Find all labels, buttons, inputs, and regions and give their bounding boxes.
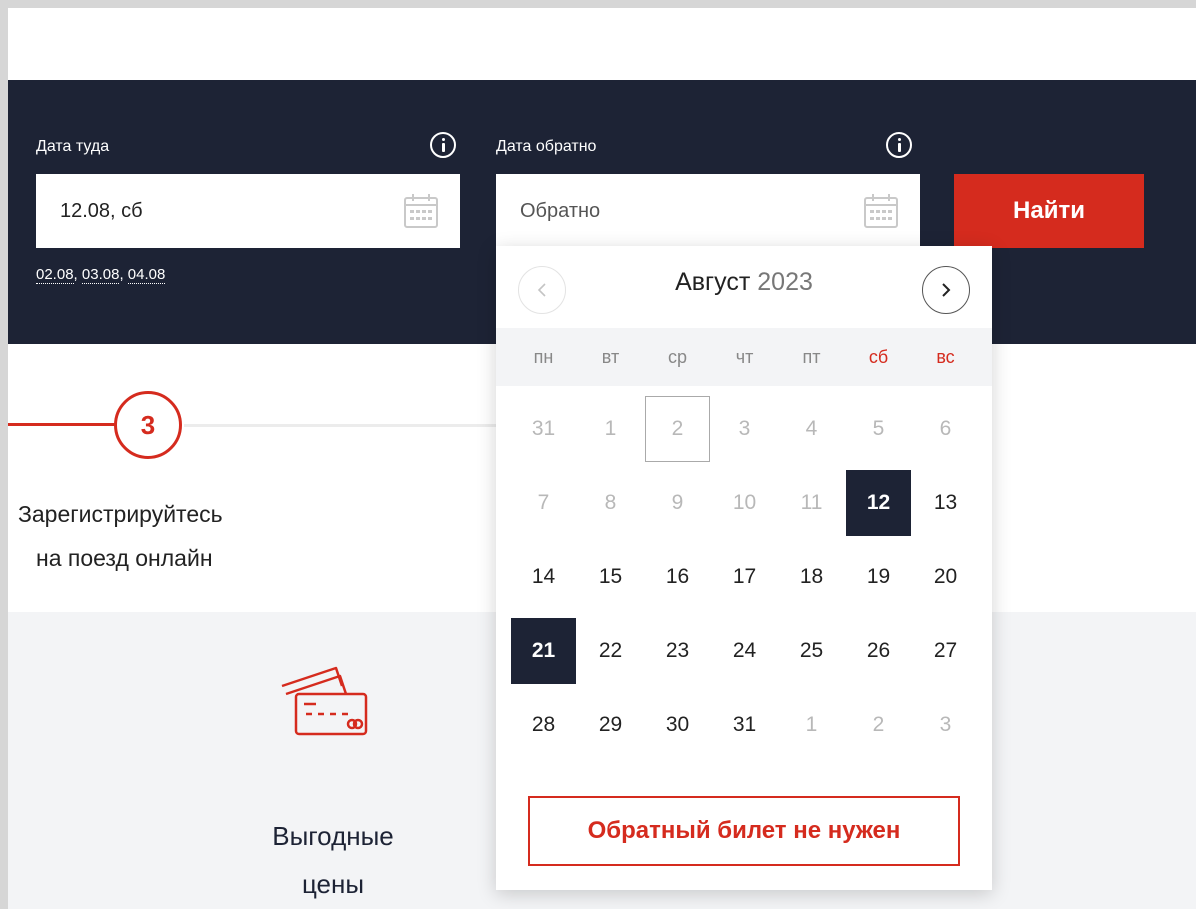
calendar-day[interactable]: 13 (913, 470, 978, 536)
weekday-label: вс (936, 346, 955, 367)
calendar-pointer (534, 236, 554, 246)
no-return-ticket-button[interactable]: Обратный билет не нужен (528, 796, 960, 866)
calendar-day[interactable]: 15 (578, 544, 643, 610)
calendar-day[interactable]: 16 (645, 544, 710, 610)
weekday-label: чт (735, 346, 754, 367)
calendar-day: 31 (531, 417, 556, 440)
calendar-day: 3 (738, 417, 751, 440)
calendar-day: 4 (805, 417, 818, 440)
weekday-label: пн (533, 346, 554, 367)
calendar-day[interactable]: 14 (511, 544, 576, 610)
calendar-day: 9 (671, 491, 684, 514)
calendar-day[interactable]: 31 (712, 692, 777, 758)
calendar-day: 2 (872, 713, 885, 736)
feature-title: Выгодные цены (208, 812, 458, 908)
month-name: Август (675, 268, 751, 296)
step-text-line: на поезд онлайн (36, 545, 213, 571)
calendar-icon[interactable] (402, 192, 440, 230)
calendar-day: 1 (805, 713, 818, 736)
calendar-day: 6 (939, 417, 952, 440)
step-text-line: Зарегистрируйтесь (18, 501, 223, 527)
calendar-dropdown: Август 2023 пн вт ср чт пт сб вс 31 1 2 3 4 5 6 7 8 9 10… (496, 246, 992, 890)
return-date-input[interactable]: Обратно (496, 174, 920, 248)
weekday-label: вт (601, 346, 620, 367)
calendar-day[interactable]: 30 (645, 692, 710, 758)
calendar-day[interactable]: 24 (712, 618, 777, 684)
year-label: 2023 (757, 268, 813, 296)
weekday-label: ср (667, 346, 687, 367)
calendar-day[interactable]: 26 (846, 618, 911, 684)
info-icon[interactable] (886, 132, 912, 158)
weekday-label: сб (868, 346, 889, 367)
calendar-day: 11 (800, 491, 823, 514)
return-date-placeholder: Обратно (520, 199, 601, 222)
calendar-day[interactable]: 25 (779, 618, 844, 684)
calendar-day: 3 (939, 713, 952, 736)
calendar-day[interactable]: 21 (511, 618, 576, 684)
days-grid: 31 1 2 3 4 5 6 7 8 9 10 11 12 13 14 15 16 17 18 19 20 21 22 23 2… (510, 392, 980, 762)
return-date-label: Дата обратно (496, 138, 597, 155)
feature-title-line: цены (301, 869, 365, 899)
calendar-day[interactable]: 2 (645, 396, 710, 462)
calendar-day: 5 (872, 417, 885, 440)
calendar-day[interactable]: 27 (913, 618, 978, 684)
calendar-day[interactable]: 29 (578, 692, 643, 758)
calendar-day[interactable]: 28 (511, 692, 576, 758)
quick-date-link[interactable]: 04.08 (127, 266, 166, 284)
calendar-day: 8 (604, 491, 617, 514)
calendar-day: 7 (537, 491, 550, 514)
quick-date-link[interactable]: 03.08 (81, 266, 120, 284)
find-button[interactable]: Найти (954, 174, 1144, 248)
quick-date-link[interactable]: 02.08 (36, 266, 74, 284)
credit-cards-icon (281, 666, 368, 736)
calendar-day: 1 (604, 417, 617, 440)
feature-title-line: Выгодные (272, 821, 394, 851)
calendar-day: 10 (732, 491, 757, 514)
depart-date-value: 12.08, сб (60, 199, 143, 222)
calendar-day[interactable]: 19 (846, 544, 911, 610)
calendar-header: Август 2023 (496, 246, 992, 328)
step-progress-line (8, 423, 116, 426)
calendar-day[interactable]: 18 (779, 544, 844, 610)
info-icon[interactable] (430, 132, 456, 158)
depart-date-input[interactable]: 12.08, сб (36, 174, 460, 248)
step-number-badge: 3 (114, 391, 182, 459)
next-month-button[interactable] (922, 266, 970, 314)
calendar-day[interactable]: 20 (913, 544, 978, 610)
step-description: Зарегистрируйтесь на поезд онлайн (18, 492, 308, 580)
quick-dates: 02.08, 03.08, 04.08 (36, 266, 166, 284)
weekday-row: пн вт ср чт пт сб вс (496, 328, 992, 386)
weekday-label: пт (802, 346, 821, 367)
calendar-day[interactable]: 23 (645, 618, 710, 684)
calendar-icon[interactable] (862, 192, 900, 230)
calendar-day[interactable]: 17 (712, 544, 777, 610)
calendar-day[interactable]: 12 (846, 470, 911, 536)
month-title: Август 2023 (496, 268, 992, 297)
page: Дата туда 12.08, сб 02.08, 03.08, 04.08 … (8, 8, 1196, 909)
chevron-right-icon (942, 283, 951, 297)
step-progress-line-inactive (184, 424, 504, 427)
calendar-day[interactable]: 22 (578, 618, 643, 684)
depart-date-label: Дата туда (36, 138, 110, 155)
